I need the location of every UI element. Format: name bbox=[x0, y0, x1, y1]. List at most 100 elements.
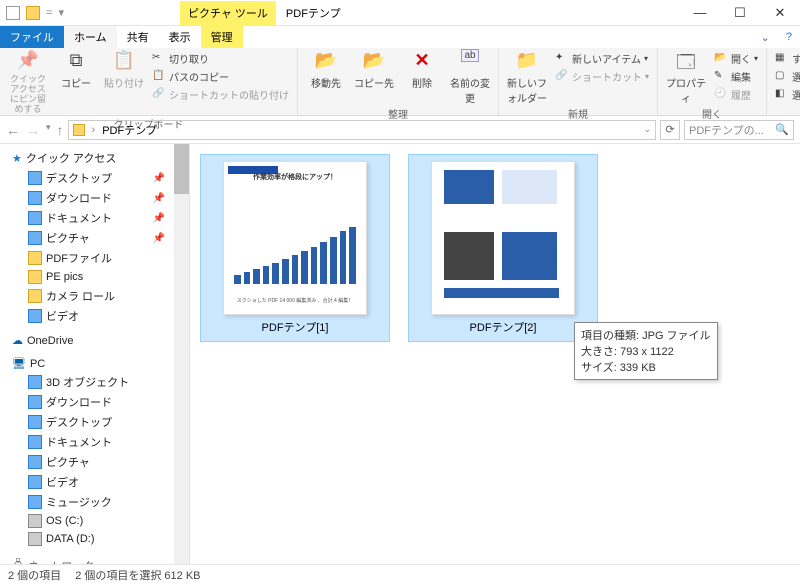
file-item[interactable]: 作業効率が格段にアップ！ スクショした PDF 14 000 編集済み 、合計 … bbox=[200, 154, 390, 342]
minimize-button[interactable]: — bbox=[680, 0, 720, 26]
file-item[interactable]: PDFテンプ[2] bbox=[408, 154, 598, 342]
folder-icon bbox=[28, 415, 42, 429]
nav-videos2[interactable]: ビデオ bbox=[0, 472, 189, 492]
nav-3dobjects[interactable]: 3D オブジェクト bbox=[0, 372, 189, 392]
nav-up[interactable]: ↑ bbox=[57, 122, 64, 138]
copy-button[interactable]: コピー bbox=[54, 50, 98, 90]
onedrive-icon: ☁ bbox=[12, 334, 23, 347]
nav-music[interactable]: ミュージック bbox=[0, 492, 189, 512]
nav-network[interactable]: 🖧ネットワーク bbox=[0, 548, 189, 564]
nav-pictures[interactable]: ピクチャ📌 bbox=[0, 228, 189, 248]
nav-cameraroll[interactable]: カメラ ロール bbox=[0, 286, 189, 306]
ribbon-collapse[interactable]: ⌄ bbox=[753, 26, 778, 48]
help-button[interactable]: ? bbox=[778, 26, 800, 48]
select-all-button[interactable]: ▦すべて選択 bbox=[773, 50, 800, 67]
nav-desktop2[interactable]: デスクトップ bbox=[0, 412, 189, 432]
path-folder[interactable]: PDFテンプ bbox=[102, 122, 157, 138]
ribbon: クイック アクセスにピン留めする コピー 貼り付け 切り取り 📋パスのコピー 🔗… bbox=[0, 48, 800, 116]
nav-documents[interactable]: ドキュメント📌 bbox=[0, 208, 189, 228]
status-bar: 2 個の項目 2 個の項目を選択 612 KB bbox=[0, 564, 800, 584]
group-new: 新しいフォルダー ✦新しいアイテム▾ 🔗ショートカット▾ 新規 bbox=[499, 48, 658, 115]
nav-osc[interactable]: OS (C:) bbox=[0, 512, 189, 530]
refresh-button[interactable]: ⟳ bbox=[660, 120, 680, 140]
history-button[interactable]: 🕘履歴 bbox=[712, 86, 760, 103]
select-none-button[interactable]: ▢選択解除 bbox=[773, 68, 800, 85]
tab-share[interactable]: 共有 bbox=[117, 26, 159, 48]
qat-dropdown[interactable]: ▾ bbox=[58, 6, 64, 19]
new-item-button[interactable]: ✦新しいアイテム▾ bbox=[553, 50, 651, 67]
nav-back[interactable]: ← bbox=[6, 122, 20, 138]
selinv-icon: ◧ bbox=[775, 88, 789, 102]
selnone-icon: ▢ bbox=[775, 70, 789, 84]
thumbnail-preview: 作業効率が格段にアップ！ スクショした PDF 14 000 編集済み 、合計 … bbox=[223, 161, 367, 315]
nav-downloads[interactable]: ダウンロード📌 bbox=[0, 188, 189, 208]
drive-icon bbox=[28, 514, 42, 528]
copyto-icon bbox=[362, 50, 386, 74]
folder-icon bbox=[28, 375, 42, 389]
path-chevron[interactable] bbox=[89, 124, 99, 136]
folder-icon bbox=[28, 191, 42, 205]
paste-shortcut-button[interactable]: 🔗ショートカットの貼り付け bbox=[150, 86, 291, 103]
open-icon: 📂 bbox=[714, 52, 728, 66]
nav-scrollbar[interactable] bbox=[174, 144, 189, 564]
history-icon: 🕘 bbox=[714, 88, 728, 102]
folder-icon[interactable] bbox=[26, 6, 40, 20]
file-name: PDFテンプ[2] bbox=[470, 315, 537, 339]
invert-selection-button[interactable]: ◧選択の切り替え bbox=[773, 86, 800, 103]
nav-history-dropdown[interactable]: ▾ bbox=[46, 122, 51, 138]
selall-icon: ▦ bbox=[775, 52, 789, 66]
close-button[interactable]: ✕ bbox=[760, 0, 800, 26]
folder-icon bbox=[28, 270, 42, 284]
drive-icon bbox=[28, 532, 42, 546]
path-icon: 📋 bbox=[152, 70, 166, 84]
tab-manage[interactable]: 管理 bbox=[201, 26, 243, 48]
nav-downloads2[interactable]: ダウンロード bbox=[0, 392, 189, 412]
nav-pdffiles[interactable]: PDFファイル bbox=[0, 248, 189, 268]
nav-documents2[interactable]: ドキュメント bbox=[0, 432, 189, 452]
move-to-button[interactable]: 移動先 bbox=[304, 50, 348, 90]
copy-icon bbox=[64, 50, 88, 74]
edit-icon: ✎ bbox=[714, 70, 728, 84]
nav-quick-access[interactable]: ★クイック アクセス bbox=[0, 148, 189, 168]
nav-onedrive[interactable]: ☁OneDrive bbox=[0, 326, 189, 349]
pin-label: クイック アクセスにピン留めする bbox=[6, 75, 50, 115]
delete-button[interactable]: 削除 bbox=[400, 50, 444, 90]
breadcrumb[interactable]: PDFテンプ ⌄ bbox=[68, 120, 656, 140]
search-icon: 🔍 bbox=[775, 123, 789, 136]
maximize-button[interactable]: ☐ bbox=[720, 0, 760, 26]
cut-button[interactable]: 切り取り bbox=[150, 50, 291, 67]
group-organize: 移動先 コピー先 削除 名前の変更 整理 bbox=[298, 48, 499, 115]
path-dropdown[interactable]: ⌄ bbox=[643, 124, 651, 135]
tab-file[interactable]: ファイル bbox=[0, 26, 64, 48]
nav-datad[interactable]: DATA (D:) bbox=[0, 530, 189, 548]
copy-path-button[interactable]: 📋パスのコピー bbox=[150, 68, 291, 85]
window-title: PDFテンプ bbox=[276, 5, 680, 21]
nav-pepics[interactable]: PE pics bbox=[0, 268, 189, 286]
paste-button[interactable]: 貼り付け bbox=[102, 50, 146, 90]
nav-pictures2[interactable]: ピクチャ bbox=[0, 452, 189, 472]
nav-desktop[interactable]: デスクトップ📌 bbox=[0, 168, 189, 188]
pin-quick-access-button[interactable]: クイック アクセスにピン留めする bbox=[6, 50, 50, 115]
folder-icon bbox=[28, 171, 42, 185]
tooltip-type: 項目の種類: JPG ファイル bbox=[581, 327, 711, 343]
nav-pc[interactable]: 🖥PC bbox=[0, 349, 189, 372]
folder-icon bbox=[28, 211, 42, 225]
new-folder-button[interactable]: 新しいフォルダー bbox=[505, 50, 549, 105]
edit-button[interactable]: ✎編集 bbox=[712, 68, 760, 85]
copy-to-button[interactable]: コピー先 bbox=[352, 50, 396, 90]
new-shortcut-button[interactable]: 🔗ショートカット▾ bbox=[553, 68, 651, 85]
rename-icon bbox=[458, 50, 482, 74]
open-button[interactable]: 📂開く▾ bbox=[712, 50, 760, 67]
shortcut2-icon: 🔗 bbox=[555, 70, 569, 84]
pin-icon bbox=[16, 50, 40, 74]
search-input[interactable]: PDFテンプの... 🔍 bbox=[684, 120, 794, 140]
scrollbar-thumb[interactable] bbox=[174, 144, 189, 194]
nav-videos[interactable]: ビデオ bbox=[0, 306, 189, 326]
rename-button[interactable]: 名前の変更 bbox=[448, 50, 492, 105]
nav-forward[interactable]: → bbox=[26, 122, 40, 138]
tab-view[interactable]: 表示 bbox=[159, 26, 201, 48]
tab-home[interactable]: ホーム bbox=[64, 26, 117, 48]
folder-icon bbox=[28, 231, 42, 245]
thumbnail-preview bbox=[431, 161, 575, 315]
properties-button[interactable]: プロパティ bbox=[664, 50, 708, 105]
